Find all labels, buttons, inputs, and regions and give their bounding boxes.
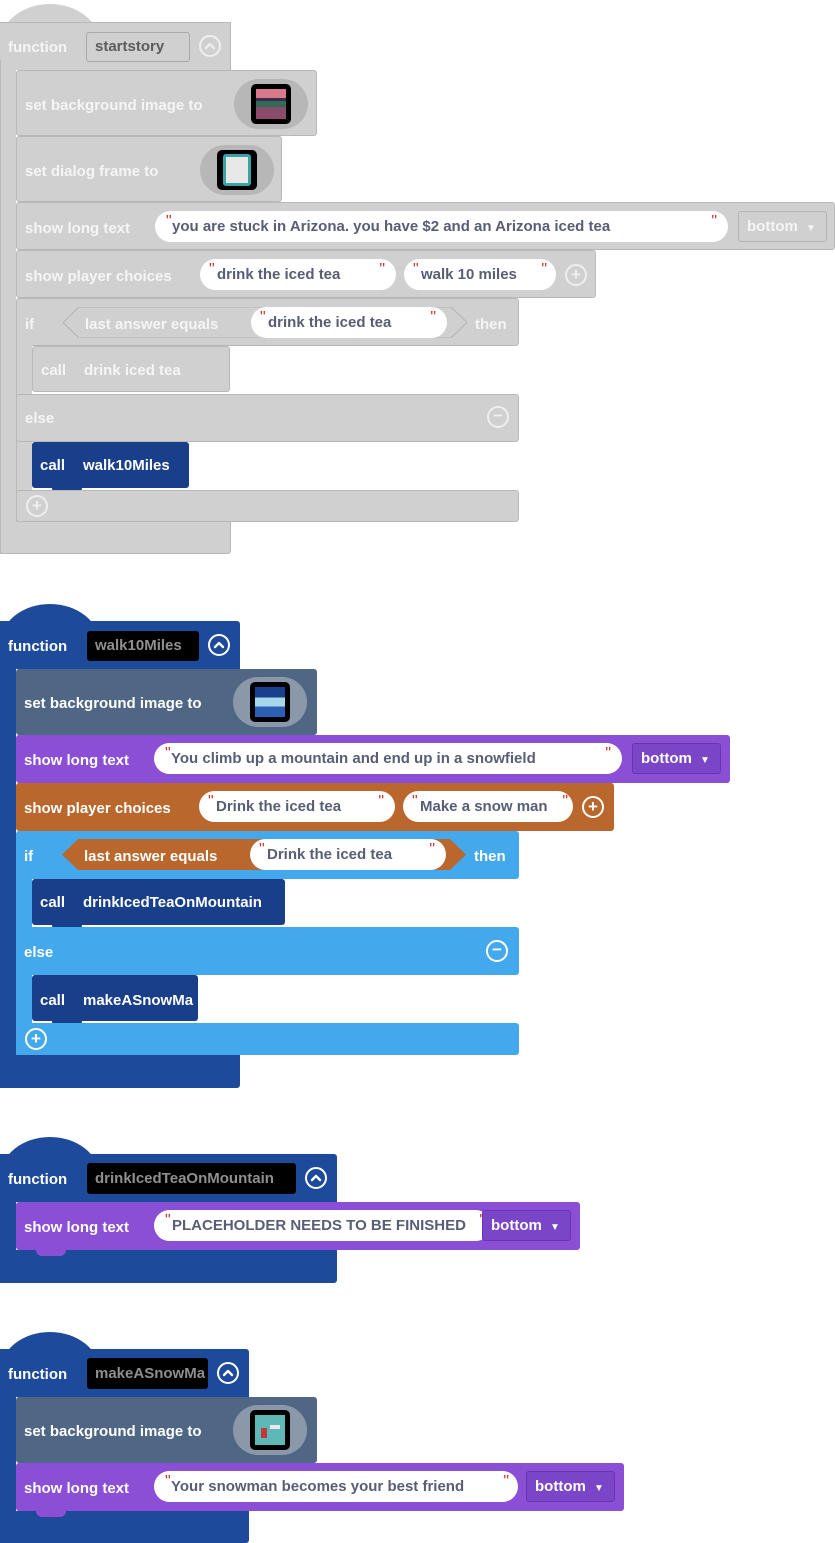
image-thumbnail xyxy=(250,682,290,722)
show-player-choices-block[interactable]: show player choices " drink the iced tea "… xyxy=(16,250,596,298)
show-long-text-block[interactable]: show long text " you are stuck in Arizon… xyxy=(16,202,835,250)
set-background-block[interactable]: set background image to xyxy=(16,70,317,136)
image-picker[interactable] xyxy=(233,677,307,727)
call-block[interactable]: call drinkIcedTeaOnMountain xyxy=(32,879,285,925)
show-long-text-block[interactable]: show long text " You climb up a mountain … xyxy=(16,735,730,783)
position-dropdown[interactable]: bottom ▼ xyxy=(738,211,827,242)
then-label: then xyxy=(474,848,506,865)
set-background-label: set background image to xyxy=(24,695,202,712)
function-footer xyxy=(0,1511,249,1543)
function-name-field[interactable]: walk10Miles xyxy=(87,631,199,661)
set-background-block[interactable]: set background image to xyxy=(16,669,317,735)
image-picker[interactable] xyxy=(233,1405,307,1455)
set-background-label: set background image to xyxy=(25,97,203,114)
if-footer[interactable]: + xyxy=(16,1023,519,1055)
if-else-block[interactable]: if last answer equals " drink the iced te… xyxy=(16,298,519,522)
call-function-name: drinkIcedTeaOnMountain xyxy=(83,894,262,911)
plus-circle-icon[interactable]: + xyxy=(565,264,587,286)
chevron-up-circle-icon[interactable] xyxy=(305,1167,327,1189)
then-label: then xyxy=(475,316,507,333)
image-thumbnail xyxy=(250,1410,290,1450)
set-dialog-frame-label: set dialog frame to xyxy=(25,163,159,180)
image-thumbnail xyxy=(251,84,291,124)
set-background-block[interactable]: set background image to xyxy=(16,1397,317,1463)
text-input[interactable]: " you are stuck in Arizona. you have $2 … xyxy=(155,211,728,242)
plus-circle-icon[interactable]: + xyxy=(582,796,604,818)
if-row[interactable]: if last answer equals " Drink the iced te… xyxy=(16,831,519,879)
choice-input-2[interactable]: " walk 10 miles " xyxy=(404,259,556,290)
condition-label: last answer equals xyxy=(85,316,219,333)
show-long-text-label: show long text xyxy=(24,1219,129,1236)
else-label: else xyxy=(25,410,55,427)
caret-down-icon: ▼ xyxy=(700,755,710,766)
frame-picker[interactable] xyxy=(200,145,274,195)
plus-circle-icon[interactable]: + xyxy=(25,1028,47,1050)
minus-circle-icon[interactable]: − xyxy=(487,406,509,428)
call-block[interactable]: call makeASnowMa xyxy=(32,975,198,1021)
image-picker[interactable] xyxy=(234,79,308,129)
set-background-label: set background image to xyxy=(24,1423,202,1440)
chevron-up-circle-icon[interactable] xyxy=(199,35,221,57)
function-footer xyxy=(0,1054,240,1088)
show-long-text-block[interactable]: show long text " Your snowman becomes you… xyxy=(16,1463,624,1511)
position-dropdown[interactable]: bottom ▼ xyxy=(482,1210,571,1241)
show-player-choices-block[interactable]: show player choices " Drink the iced tea "… xyxy=(16,783,614,831)
frame-thumbnail xyxy=(217,150,257,190)
call-label: call xyxy=(40,894,66,911)
else-row[interactable]: else − xyxy=(16,394,519,442)
if-label: if xyxy=(25,316,35,333)
function-keyword: function xyxy=(8,1171,68,1188)
function-keyword: function xyxy=(8,1366,68,1383)
call-label: call xyxy=(40,992,66,1009)
show-player-choices-label: show player choices xyxy=(25,268,172,285)
function-keyword: function xyxy=(8,638,68,655)
condition-label: last answer equals xyxy=(84,848,218,865)
else-row[interactable]: else − xyxy=(16,927,519,975)
call-label: call xyxy=(40,457,66,474)
text-value: you are stuck in Arizona. you have $2 an… xyxy=(172,218,611,235)
if-footer[interactable]: + xyxy=(16,490,519,522)
call-label: call xyxy=(41,362,67,379)
function-name-field[interactable]: startstory xyxy=(86,32,190,62)
call-function-name: walk10Miles xyxy=(83,457,170,474)
text-input[interactable]: "PLACEHOLDER NEEDS TO BE FINISHED" xyxy=(154,1210,491,1241)
chevron-up-circle-icon[interactable] xyxy=(217,1362,239,1384)
if-else-block[interactable]: if last answer equals " Drink the iced te… xyxy=(16,831,519,1055)
chevron-up-circle-icon[interactable] xyxy=(208,634,230,656)
show-long-text-label: show long text xyxy=(24,1480,129,1497)
function-footer xyxy=(0,521,231,554)
show-long-text-label: show long text xyxy=(25,220,130,237)
function-name-field[interactable]: makeASnowMa xyxy=(87,1358,208,1389)
position-dropdown[interactable]: bottom ▼ xyxy=(526,1471,615,1502)
caret-down-icon: ▼ xyxy=(806,223,816,234)
condition-value-input[interactable]: " drink the iced tea " xyxy=(251,307,447,338)
call-block[interactable]: call drink iced tea xyxy=(32,346,230,392)
function-name-field[interactable]: drinkIcedTeaOnMountain xyxy=(87,1163,296,1194)
choice-input-1[interactable]: " drink the iced tea " xyxy=(200,259,396,290)
show-long-text-block[interactable]: show long text " PLACEHOLDER NEEDS TO BE … xyxy=(16,1202,580,1250)
function-keyword: function xyxy=(8,39,68,56)
text-input[interactable]: " Your snowman becomes your best friend " xyxy=(154,1471,518,1502)
caret-down-icon: ▼ xyxy=(594,1483,604,1494)
choice-input-1[interactable]: " Drink the iced tea " xyxy=(199,791,395,822)
condition-value-input[interactable]: " Drink the iced tea " xyxy=(250,839,446,870)
minus-circle-icon[interactable]: − xyxy=(486,940,508,962)
plus-circle-icon[interactable]: + xyxy=(26,495,48,517)
function-spine xyxy=(0,660,16,1088)
call-block[interactable]: call walk10Miles xyxy=(32,442,189,488)
call-function-name: makeASnowMa xyxy=(83,992,194,1009)
else-label: else xyxy=(24,944,54,961)
call-function-name: drink iced tea xyxy=(84,362,181,379)
caret-down-icon: ▼ xyxy=(550,1222,560,1233)
show-player-choices-label: show player choices xyxy=(24,800,171,817)
set-dialog-frame-block[interactable]: set dialog frame to xyxy=(16,136,282,202)
show-long-text-label: show long text xyxy=(24,752,129,769)
function-spine xyxy=(0,60,16,554)
position-dropdown[interactable]: bottom ▼ xyxy=(632,743,721,774)
text-input[interactable]: " You climb up a mountain and end up in a… xyxy=(154,743,622,774)
if-row[interactable]: if last answer equals " drink the iced te… xyxy=(16,298,519,346)
choice-input-2[interactable]: " Make a snow man " xyxy=(403,791,573,822)
if-label: if xyxy=(24,848,34,865)
